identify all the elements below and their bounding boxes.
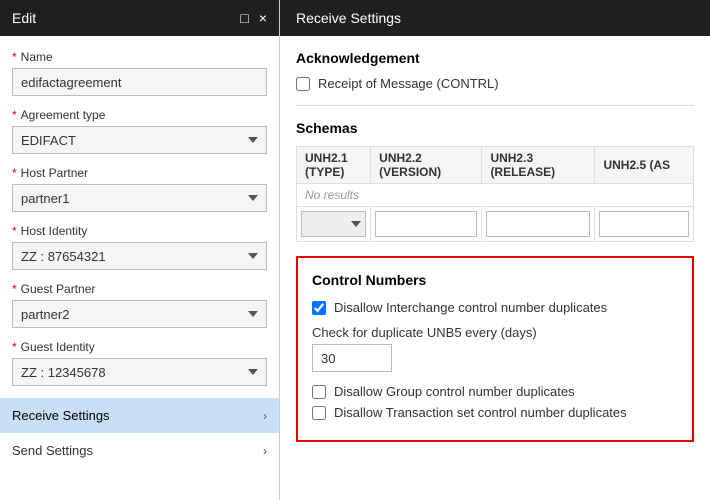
schemas-table: UNH2.1 (TYPE) UNH2.2 (VERSION) UNH2.3 (R…	[296, 146, 694, 242]
nav-send-settings-label: Send Settings	[12, 443, 93, 458]
schemas-no-results-row: No results	[297, 184, 694, 207]
schemas-type-select[interactable]	[301, 211, 366, 237]
close-icon[interactable]: ×	[259, 10, 267, 26]
guest-partner-required-star: *	[12, 282, 17, 296]
agreement-type-field-group: *Agreement type EDIFACT	[12, 108, 267, 154]
group-duplicate-checkbox[interactable]	[312, 385, 326, 399]
host-partner-required-star: *	[12, 166, 17, 180]
agreement-type-label: *Agreement type	[12, 108, 267, 122]
interchange-duplicate-row: Disallow Interchange control number dupl…	[312, 300, 678, 315]
send-settings-chevron-icon: ›	[263, 444, 267, 458]
check-days-label: Check for duplicate UNB5 every (days)	[312, 325, 678, 340]
interchange-duplicate-label: Disallow Interchange control number dupl…	[334, 300, 607, 315]
host-partner-select[interactable]: partner1	[12, 184, 267, 212]
guest-identity-select[interactable]: ZZ : 12345678	[12, 358, 267, 386]
name-field-group: *Name	[12, 50, 267, 96]
left-content: *Name *Agreement type EDIFACT *Host Part…	[0, 36, 279, 500]
receipt-of-message-row: Receipt of Message (CONTRL)	[296, 76, 694, 91]
schemas-release-input[interactable]	[486, 211, 590, 237]
schemas-title: Schemas	[296, 120, 694, 136]
left-panel: Edit □ × *Name *Agreement type EDIFACT *…	[0, 0, 280, 500]
group-duplicate-row: Disallow Group control number duplicates	[312, 384, 678, 399]
name-input[interactable]	[12, 68, 267, 96]
host-identity-field-group: *Host Identity ZZ : 87654321	[12, 224, 267, 270]
nav-receive-settings[interactable]: Receive Settings ›	[0, 398, 279, 433]
check-days-input[interactable]	[312, 344, 392, 372]
guest-partner-field-group: *Guest Partner partner2	[12, 282, 267, 328]
right-content: Acknowledgement Receipt of Message (CONT…	[280, 36, 710, 500]
agreement-type-required-star: *	[12, 108, 17, 122]
header-icons: □ ×	[240, 10, 267, 26]
name-label: *Name	[12, 50, 267, 64]
control-numbers-box: Control Numbers Disallow Interchange con…	[296, 256, 694, 442]
schemas-as-input[interactable]	[599, 211, 689, 237]
host-identity-label: *Host Identity	[12, 224, 267, 238]
nav-receive-settings-label: Receive Settings	[12, 408, 110, 423]
schemas-col-3: UNH2.3 (RELEASE)	[482, 147, 595, 184]
schemas-version-input[interactable]	[375, 211, 477, 237]
receive-settings-chevron-icon: ›	[263, 409, 267, 423]
right-header: Receive Settings	[280, 0, 710, 36]
acknowledgement-divider	[296, 105, 694, 106]
transaction-duplicate-label: Disallow Transaction set control number …	[334, 405, 627, 420]
agreement-type-select[interactable]: EDIFACT	[12, 126, 267, 154]
schemas-col-2: UNH2.2 (VERSION)	[371, 147, 482, 184]
nav-send-settings[interactable]: Send Settings ›	[0, 433, 279, 468]
left-header: Edit □ ×	[0, 0, 279, 36]
control-numbers-title: Control Numbers	[312, 272, 678, 288]
schemas-input-cell-1	[297, 207, 371, 242]
guest-identity-field-group: *Guest Identity ZZ : 12345678	[12, 340, 267, 386]
schemas-input-cell-3	[482, 207, 595, 242]
acknowledgement-title: Acknowledgement	[296, 50, 694, 66]
guest-partner-label: *Guest Partner	[12, 282, 267, 296]
host-identity-select[interactable]: ZZ : 87654321	[12, 242, 267, 270]
interchange-duplicate-checkbox[interactable]	[312, 301, 326, 315]
receipt-of-message-label: Receipt of Message (CONTRL)	[318, 76, 499, 91]
host-partner-field-group: *Host Partner partner1	[12, 166, 267, 212]
group-duplicate-label: Disallow Group control number duplicates	[334, 384, 575, 399]
right-panel: Receive Settings Acknowledgement Receipt…	[280, 0, 710, 500]
schemas-col-4: UNH2.5 (AS	[595, 147, 694, 184]
host-partner-label: *Host Partner	[12, 166, 267, 180]
guest-identity-required-star: *	[12, 340, 17, 354]
edit-title: Edit	[12, 10, 36, 26]
transaction-duplicate-checkbox[interactable]	[312, 406, 326, 420]
receipt-of-message-checkbox[interactable]	[296, 77, 310, 91]
guest-partner-select[interactable]: partner2	[12, 300, 267, 328]
minimize-icon[interactable]: □	[240, 10, 248, 26]
schemas-input-cell-2	[371, 207, 482, 242]
name-required-star: *	[12, 50, 17, 64]
schemas-input-row	[297, 207, 694, 242]
right-header-title: Receive Settings	[296, 10, 401, 26]
schemas-col-1: UNH2.1 (TYPE)	[297, 147, 371, 184]
schemas-no-results-text: No results	[297, 184, 694, 207]
transaction-duplicate-row: Disallow Transaction set control number …	[312, 405, 678, 420]
guest-identity-label: *Guest Identity	[12, 340, 267, 354]
host-identity-required-star: *	[12, 224, 17, 238]
schemas-input-cell-4	[595, 207, 694, 242]
